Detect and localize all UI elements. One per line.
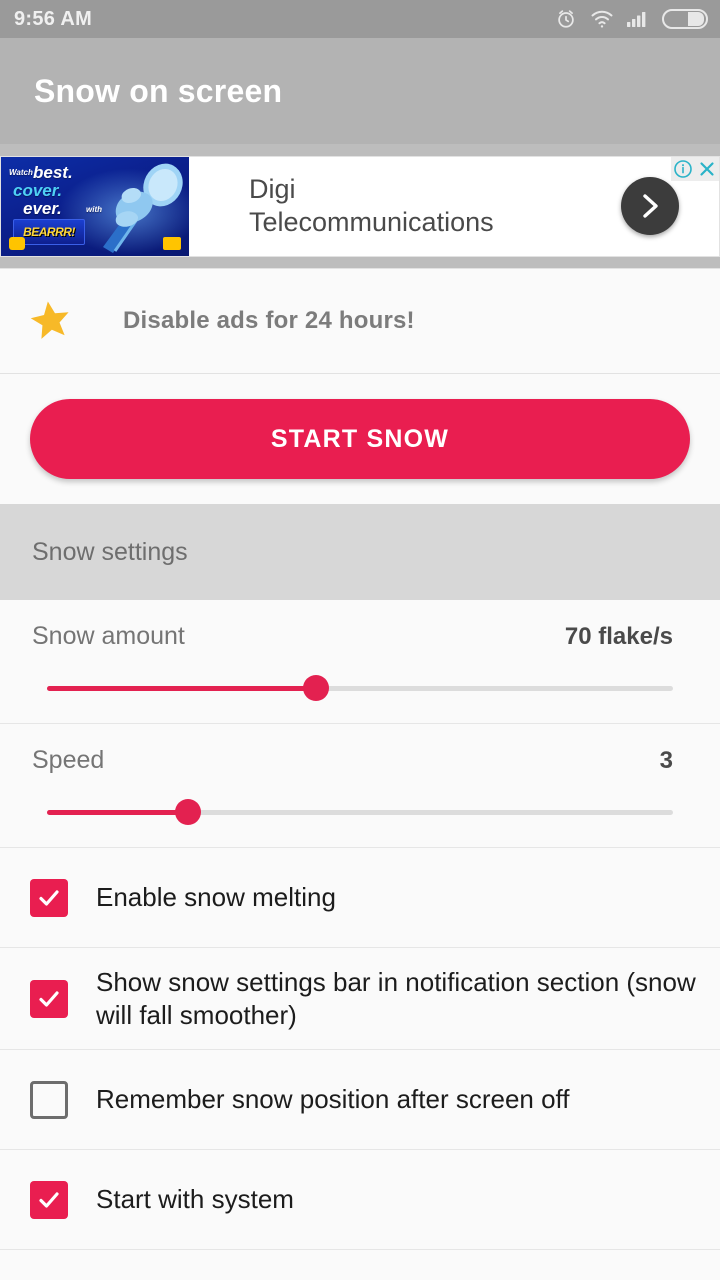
star-icon — [25, 297, 73, 345]
speed-slider-thumb[interactable] — [174, 799, 201, 825]
checkbox-label-enable-snow-melting: Enable snow melting — [96, 882, 336, 912]
checkbox-row-start-with-system[interactable]: Start with system — [0, 1150, 720, 1250]
speed-slider[interactable] — [47, 799, 673, 825]
ad-word-best: best. — [33, 162, 73, 182]
checkbox-show-settings-bar[interactable] — [30, 979, 68, 1018]
snow-amount-slider[interactable] — [47, 675, 673, 701]
status-bar-icons — [555, 8, 708, 30]
snow-amount-value: 70 flake/s — [564, 623, 673, 650]
snow-amount-slider-fill — [47, 686, 317, 691]
ad-banner[interactable]: Watch best. cover. ever. with BEARRR! Di… — [0, 155, 720, 257]
ad-logo-right — [163, 236, 181, 250]
ad-word-with: with — [86, 204, 102, 214]
checkbox-label-show-settings-bar: Show snow settings bar in notification s… — [96, 966, 696, 1030]
action-bar: Snow on screen — [0, 38, 720, 144]
snow-amount-slider-thumb[interactable] — [303, 675, 330, 701]
signal-icon — [627, 10, 649, 28]
status-bar: 9:56 AM — [0, 0, 720, 38]
alarm-icon — [555, 8, 577, 30]
checkbox-remember-snow-position[interactable] — [30, 1080, 68, 1119]
snow-settings-header-label: Snow settings — [32, 537, 188, 566]
checkbox-row-remember-snow-position[interactable]: Remember snow position after screen off — [0, 1050, 720, 1150]
checkbox-label-remember-snow-position: Remember snow position after screen off — [96, 1084, 570, 1114]
start-snow-row: START SNOW — [0, 374, 720, 504]
chevron-right-icon[interactable] — [621, 177, 679, 235]
checkbox-start-with-system[interactable] — [30, 1180, 68, 1219]
checkbox-row-show-settings-bar[interactable]: Show snow settings bar in notification s… — [0, 948, 720, 1050]
start-snow-button[interactable]: START SNOW — [30, 399, 690, 479]
disable-ads-row[interactable]: Disable ads for 24 hours! — [0, 268, 720, 374]
ad-container: Watch best. cover. ever. with BEARRR! Di… — [0, 144, 720, 268]
speed-value: 3 — [659, 747, 673, 774]
speed-slider-fill — [47, 810, 188, 815]
battery-icon — [662, 8, 708, 30]
speed-row: Speed 3 — [0, 724, 720, 848]
ad-word-ever: ever. — [23, 198, 62, 218]
ad-logo-left — [9, 236, 25, 250]
checkbox-enable-snow-melting[interactable] — [30, 878, 68, 917]
page-title: Snow on screen — [34, 72, 283, 109]
status-bar-clock: 9:56 AM — [14, 7, 93, 30]
checkbox-label-start-with-system: Start with system — [96, 1184, 294, 1214]
checkbox-row-enable-snow-melting[interactable]: Enable snow melting — [0, 848, 720, 948]
ad-info-icon[interactable] — [671, 156, 695, 181]
ad-creative-image[interactable]: Watch best. cover. ever. with BEARRR! — [1, 156, 189, 256]
ad-word-watch: Watch — [9, 167, 33, 177]
disable-ads-label: Disable ads for 24 hours! — [123, 307, 415, 334]
ad-word-cover: cover. — [13, 180, 63, 200]
ad-close-icon[interactable] — [695, 156, 719, 181]
snow-amount-row: Snow amount 70 flake/s — [0, 600, 720, 724]
wifi-icon — [590, 9, 614, 29]
app-screen: 9:56 AM Snow on screen Watch best. cover… — [0, 0, 720, 1280]
snow-settings-header: Snow settings — [0, 504, 720, 600]
speed-label: Speed — [32, 746, 105, 774]
snow-amount-label: Snow amount — [32, 622, 185, 650]
ad-controls — [671, 156, 719, 181]
